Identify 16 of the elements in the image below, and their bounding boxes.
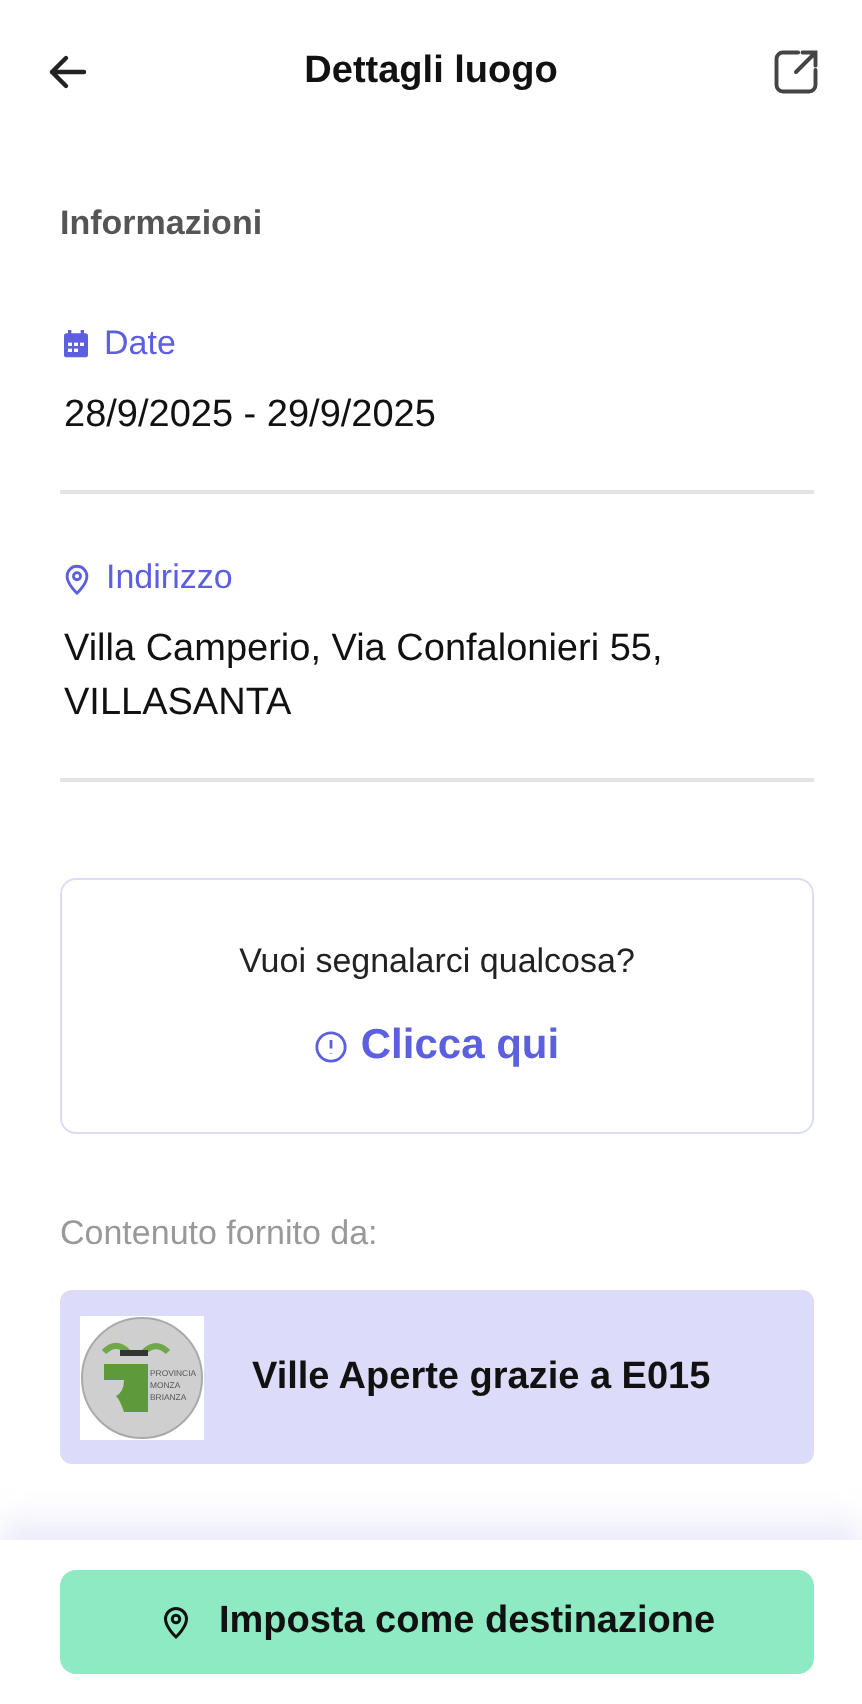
info-icon	[314, 1029, 349, 1063]
location-pin-icon	[60, 561, 94, 595]
field-value: 28/9/2025 - 29/9/2025	[62, 392, 438, 440]
set-destination-button[interactable]: Imposta come destinazione	[60, 1570, 814, 1674]
field-label: Indirizzo	[106, 558, 233, 598]
report-question: Vuoi segnalarci qualcosa?	[239, 942, 635, 982]
provider-caption: Contenuto fornito da:	[60, 1214, 380, 1254]
share-button[interactable]	[770, 46, 822, 98]
report-link[interactable]: Clicca qui	[314, 1022, 560, 1070]
provider-name: Ville Aperte grazie a E015	[252, 1355, 711, 1399]
field-label: Date	[104, 324, 176, 364]
calendar-icon	[60, 328, 92, 360]
field-value: Villa Camperio, Via Confalonieri 55, VILLASANTA	[62, 626, 665, 728]
external-link-icon	[770, 46, 822, 98]
section-title: Informazioni	[60, 204, 265, 244]
page-title: Dettagli luogo	[304, 50, 558, 94]
